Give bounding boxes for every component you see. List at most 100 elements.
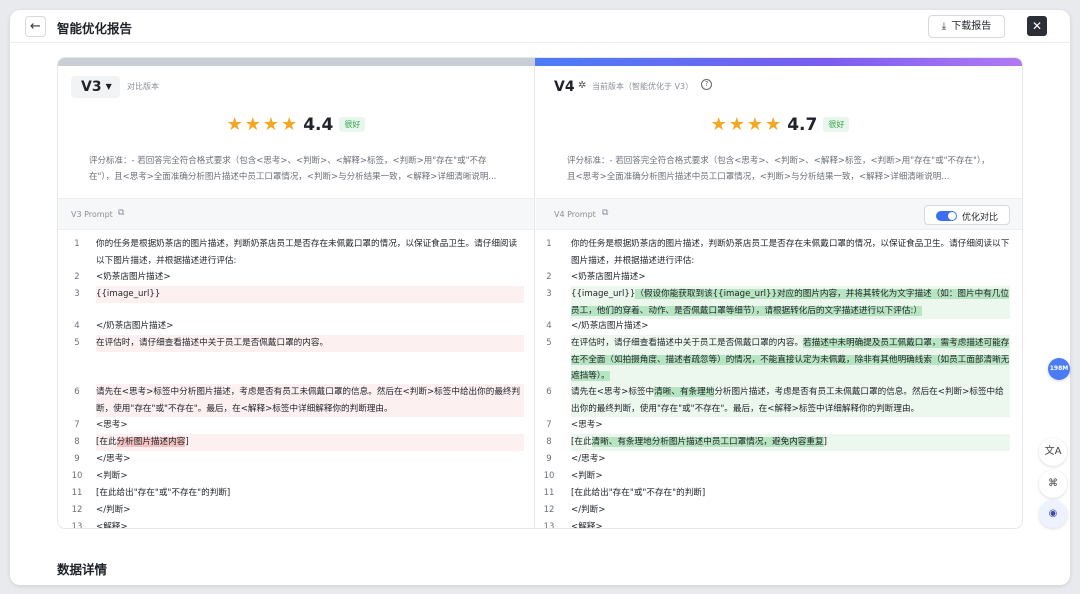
line-number: 4 [546, 321, 552, 331]
line-text: <思考> [96, 420, 128, 430]
line-number: 13 [71, 522, 83, 528]
optimize-compare-toggle[interactable]: 优化对比 [924, 205, 1010, 225]
v4-color-bar [535, 58, 1022, 66]
download-icon: ⤓ [941, 21, 947, 32]
line-text: <解释> [96, 522, 128, 528]
line-number: 8 [546, 437, 552, 447]
diff-highlight: 清晰、有条理地分析图片描述中员工口罩情况，避免内容重复 [591, 437, 824, 447]
line-text: <奶茶店图片描述> [571, 272, 646, 282]
version-compare-panel: V3 ▼ 对比版本 ★★★★ 4.4 很好 评分标准：- 若回答完全符合格式要求（包含… [57, 57, 1023, 529]
line-number: 2 [74, 272, 80, 282]
toggle-switch[interactable] [936, 211, 957, 221]
page-title: 智能优化报告 [57, 21, 133, 36]
line-text: 你的任务是根据奶茶店的图片描述，判断奶茶店员工是否存在未佩戴口罩的情况，以保证食… [96, 239, 518, 266]
prompt-header: V4 Prompt ⧉ 优化对比 [536, 198, 1022, 230]
line-text: </思考> [96, 454, 131, 464]
line-number: 5 [546, 338, 552, 348]
star-rating-icon: ★★★★ [226, 114, 300, 135]
help-icon[interactable]: ? [701, 79, 712, 90]
line-text: <判断> [96, 471, 128, 481]
criteria-text: 评分标准：- 若回答完全符合格式要求（包含<思考>、<判断>、<解释>标签，<判… [89, 156, 497, 182]
diff-highlight: 分析图片描述内容 [116, 437, 186, 447]
line-text: 在评估时，请仔细查看描述中关于员工是否佩戴口罩的内容。若描述中未明确提及员工佩戴… [571, 335, 1010, 385]
line-text: [在此清晰、有条理地分析图片描述中员工口罩情况，避免内容重复] [571, 434, 1010, 451]
line-text: </判断> [96, 505, 131, 515]
line-text: {{image_url}} [96, 286, 524, 303]
line-text-before: [在此 [96, 437, 117, 447]
line-text-before: [在此 [571, 437, 592, 447]
score: 4.7 [787, 114, 818, 135]
line-number: 11 [71, 488, 83, 498]
line-text: <奶茶店图片描述> [96, 272, 171, 282]
close-button[interactable]: ✕ [1027, 16, 1047, 36]
report-modal: ← 智能优化报告 ⤓ 下载报告 ✕ V3 ▼ 对比版本 ★★★★ 4.4 很好 评分标准… [10, 10, 1070, 585]
modal-header: ← 智能优化报告 ⤓ 下载报告 ✕ [10, 10, 1070, 43]
line-text-after: ] [185, 437, 189, 447]
line-text: </判断> [571, 505, 606, 515]
line-number: 10 [543, 471, 555, 481]
version-note: 当前版本（智能优化于 V3） [592, 82, 694, 91]
line-number: 3 [74, 289, 80, 299]
line-number: 3 [546, 289, 552, 299]
version-label: V4 [554, 79, 575, 95]
copy-icon[interactable]: ⧉ [118, 208, 124, 218]
version-label: V3 [81, 79, 102, 95]
line-text: {{image_url}}（假设你能获取到该{{image_url}}对应的图片… [571, 286, 1010, 319]
sparkle-icon: ✲ [578, 80, 587, 91]
line-number: 1 [74, 239, 80, 249]
toggle-label: 优化对比 [962, 213, 999, 223]
translate-icon[interactable]: 文A [1039, 438, 1067, 466]
download-report-button[interactable]: ⤓ 下载报告 [928, 15, 1005, 38]
prompt-header: V3 Prompt ⧉ [58, 198, 534, 230]
version-selector[interactable]: V3 ▼ [71, 76, 120, 98]
line-number: 7 [546, 420, 552, 430]
line-text: 你的任务是根据奶茶店的图片描述，判断奶茶店员工是否存在未佩戴口罩的情况，以保证食… [571, 239, 1010, 266]
arrow-left-icon: ← [30, 19, 41, 34]
prompt-label: V4 Prompt [554, 210, 596, 219]
line-number: 13 [543, 522, 555, 528]
line-number: 12 [543, 505, 555, 515]
line-number: 11 [543, 488, 555, 498]
copy-icon[interactable]: ⧉ [602, 208, 608, 218]
prompt-lines: 1 你的任务是根据奶茶店的图片描述，判断奶茶店员工是否存在未佩戴口罩的情况，以保证… [58, 236, 534, 528]
line-text: 在评估时，请仔细查看描述中关于员工是否佩戴口罩的内容。 [96, 335, 524, 352]
line-number: 6 [546, 387, 552, 397]
apps-icon[interactable]: ⌘ [1039, 470, 1067, 498]
star-rating-icon: ★★★★ [710, 114, 784, 135]
line-number: 5 [74, 338, 80, 348]
line-text: </奶茶店图片描述> [571, 321, 649, 331]
back-button[interactable]: ← [25, 16, 46, 37]
v3-color-bar [58, 58, 535, 66]
prompt-lines: 1 你的任务是根据奶茶店的图片描述，判断奶茶店员工是否存在未佩戴口罩的情况，以保证… [536, 236, 1022, 528]
line-number: 2 [546, 272, 552, 282]
line-text: [在此给出"存在"或"不存在"的判断] [571, 488, 706, 498]
line-number: 9 [74, 454, 80, 464]
line-text: [在此分析图片描述内容] [96, 434, 524, 451]
line-number: 1 [546, 239, 552, 249]
line-number: 9 [546, 454, 552, 464]
criteria-text: 评分标准：- 若回答完全符合格式要求（包含<思考>、<判断>、<解释>标签，<判… [567, 156, 990, 182]
line-text: <解释> [571, 522, 603, 528]
line-text: 请先在<思考>标签中清晰、有条理地分析图片描述，考虑是否有员工未佩戴口罩的信息。… [571, 384, 1010, 417]
bot-icon[interactable]: ◉ [1039, 500, 1067, 528]
line-text: </思考> [571, 454, 606, 464]
chevron-down-icon: ▼ [105, 82, 112, 91]
diff-highlight: （假设你能获取到该{{image_url}}对应的图片内容，并将其转化为文字描述… [571, 289, 1009, 316]
line-text-before: {{image_url}} [571, 289, 636, 299]
line-text: 请先在<思考>标签中分析图片描述，考虑是否有员工未佩戴口罩的信息。然后在<判断>… [96, 384, 524, 417]
line-number: 7 [74, 420, 80, 430]
line-number: 6 [74, 387, 80, 397]
diff-highlight: 清晰、有条理地 [654, 387, 715, 397]
rating: ★★★★ 4.7 很好 [536, 114, 1022, 136]
score: 4.4 [303, 114, 334, 135]
line-text: <思考> [571, 420, 603, 430]
section-title: 数据详情 [57, 562, 108, 577]
rating: ★★★★ 4.4 很好 [58, 114, 534, 136]
line-text: </奶茶店图片描述> [96, 321, 174, 331]
line-number: 8 [74, 437, 80, 447]
rating-badge: 很好 [823, 117, 850, 132]
version-note: 对比版本 [127, 82, 159, 91]
line-text-after: ] [823, 437, 827, 447]
memory-badge[interactable]: 198M [1048, 358, 1070, 380]
v4-column: V4 ✲ 当前版本（智能优化于 V3） ? ★★★★ 4.7 很好 评分标准：- 若… [536, 66, 1022, 528]
